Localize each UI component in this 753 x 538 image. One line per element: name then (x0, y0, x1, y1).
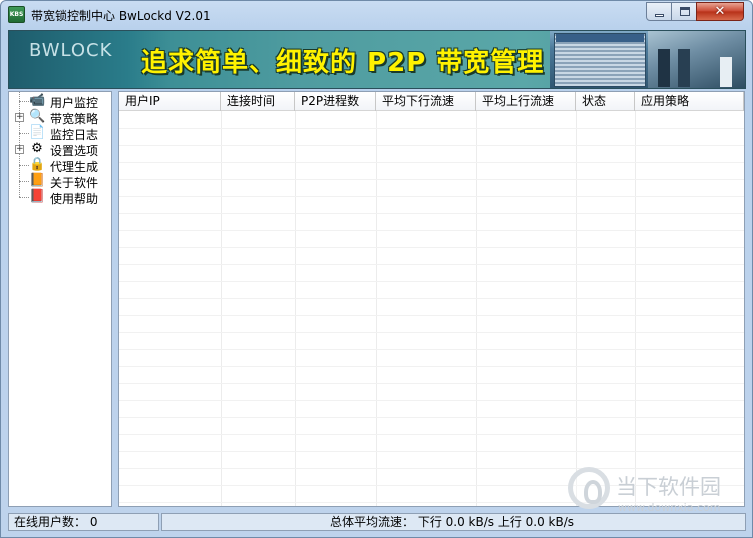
column-gridline (635, 111, 636, 506)
column-gridline (295, 111, 296, 506)
empty-row-line (119, 417, 744, 418)
server-rack (658, 49, 670, 87)
app-window: KBS 带宽锁控制中心 BwLockd V2.01 ✕ BWLOCK 追求简单、… (0, 0, 753, 538)
empty-row-line (119, 366, 744, 367)
title-bar[interactable]: KBS 带宽锁控制中心 BwLockd V2.01 ✕ (1, 1, 752, 29)
column-header-avg-down-rate[interactable]: 平均下行流速 (376, 92, 476, 111)
empty-row-line (119, 281, 744, 282)
book-icon: 📙 (29, 173, 46, 188)
close-icon: ✕ (714, 4, 726, 19)
app-icon[interactable]: KBS (8, 6, 25, 23)
online-users-count: 在线用户数： 0 (8, 513, 159, 531)
log-icon: 📄 (29, 125, 46, 140)
empty-row-line (119, 383, 744, 384)
empty-row-line (119, 179, 744, 180)
empty-row-line (119, 332, 744, 333)
empty-row-line (119, 230, 744, 231)
maximize-icon (680, 7, 690, 16)
column-gridline (476, 111, 477, 506)
empty-row-line (119, 400, 744, 401)
server-rack (720, 57, 732, 87)
expand-icon[interactable]: + (15, 113, 24, 122)
tree-connector-line (19, 197, 29, 198)
empty-row-line (119, 434, 744, 435)
empty-row-line (119, 196, 744, 197)
empty-row-line (119, 145, 744, 146)
settings-icon: ⚙ (31, 141, 43, 156)
column-gridline (221, 111, 222, 506)
tree-item-settings[interactable]: + ⚙ 设置选项 (9, 141, 111, 158)
expand-icon[interactable]: + (15, 145, 24, 154)
banner-logo: BWLOCK (29, 40, 113, 61)
column-header-connect-time[interactable]: 连接时间 (221, 92, 295, 111)
banner-image (550, 31, 745, 88)
nav-tree: 📹 用户监控 + 🔍 带宽策略 📄 监控日志 + ⚙ 设置选项 🔒 代理生成 📙 (8, 91, 112, 507)
column-header-user-ip[interactable]: 用户IP (119, 92, 221, 111)
column-header-status[interactable]: 状态 (576, 92, 635, 111)
status-bar: 在线用户数： 0 总体平均流速： 下行 0.0 kB/s 上行 0.0 kB/s (8, 513, 746, 531)
watermark-logo-icon (568, 467, 610, 509)
tree-connector-line (19, 101, 29, 102)
lock-icon: 🔒 (29, 157, 46, 172)
empty-row-line (119, 451, 744, 452)
banner: BWLOCK 追求简单、细致的 P2P 带宽管理 (8, 30, 746, 89)
monitor-icon: 📹 (29, 93, 46, 108)
minimize-button[interactable] (646, 2, 672, 21)
empty-row-line (119, 298, 744, 299)
help-book-icon: 📕 (29, 189, 46, 204)
banner-server-room-image (648, 31, 745, 88)
table-header: 用户IP 连接时间 P2P进程数 平均下行流速 平均上行流速 状态 应用策略 (119, 92, 744, 111)
close-button[interactable]: ✕ (696, 2, 744, 21)
column-gridline (576, 111, 577, 506)
tree-connector-line (19, 133, 29, 134)
avg-flow-rate: 总体平均流速： 下行 0.0 kB/s 上行 0.0 kB/s (161, 513, 746, 531)
empty-row-line (119, 213, 744, 214)
empty-row-line (119, 128, 744, 129)
empty-row-line (119, 247, 744, 248)
column-gridline (376, 111, 377, 506)
column-header-p2p-process-count[interactable]: P2P进程数 (295, 92, 376, 111)
tree-item-proxy-generate[interactable]: 🔒 代理生成 (9, 157, 111, 174)
banner-slogan: 追求简单、细致的 P2P 带宽管理 (141, 48, 545, 78)
tree-connector-line (19, 181, 29, 182)
empty-row-line (119, 264, 744, 265)
tree-connector-line (19, 165, 29, 166)
tree-item-bandwidth-policy[interactable]: + 🔍 带宽策略 (9, 109, 111, 126)
tree-item-label: 使用帮助 (50, 192, 99, 206)
empty-row-line (119, 162, 744, 163)
user-list-table[interactable]: 用户IP 连接时间 P2P进程数 平均下行流速 平均上行流速 状态 应用策略 (118, 91, 745, 507)
column-header-avg-up-rate[interactable]: 平均上行流速 (476, 92, 576, 111)
empty-row-line (119, 315, 744, 316)
server-rack (678, 49, 690, 87)
empty-row-line (119, 349, 744, 350)
policy-icon: 🔍 (29, 109, 46, 124)
tree-item-help[interactable]: 📕 使用帮助 (9, 189, 111, 206)
watermark: 当下软件园 www.downxia.com (568, 465, 744, 520)
column-header-applied-policy[interactable]: 应用策略 (635, 92, 744, 111)
banner-screenshot-header (556, 34, 644, 42)
tree-item-about[interactable]: 📙 关于软件 (9, 173, 111, 190)
watermark-text: 当下软件园 (616, 475, 721, 499)
tree-item-monitor-log[interactable]: 📄 监控日志 (9, 125, 111, 142)
maximize-button[interactable] (671, 2, 697, 21)
minimize-icon (655, 14, 664, 17)
tree-item-user-monitor[interactable]: 📹 用户监控 (9, 93, 111, 110)
window-title: 带宽锁控制中心 BwLockd V2.01 (31, 9, 211, 23)
